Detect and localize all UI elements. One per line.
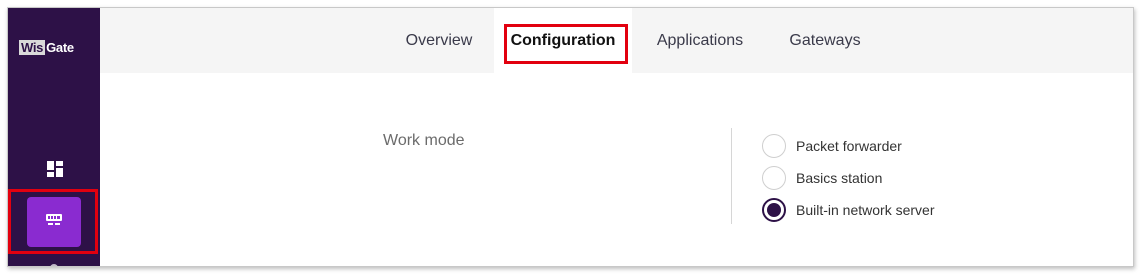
radio-button[interactable] <box>762 134 786 158</box>
radio-option-built-in-network-server[interactable]: Built-in network server <box>762 198 935 222</box>
top-navigation: Overview Configuration Applications Gate… <box>100 8 1133 73</box>
tab-applications[interactable]: Applications <box>645 8 755 73</box>
tab-label: Applications <box>656 31 744 49</box>
sidebar-next-item[interactable] <box>50 264 58 266</box>
divider <box>731 128 732 224</box>
configuration-panel: Work mode Packet forwarder Basics statio… <box>100 73 1133 266</box>
radio-button-selected[interactable] <box>762 198 786 222</box>
radio-label: Built-in network server <box>796 202 935 218</box>
tab-overview[interactable]: Overview <box>394 8 484 73</box>
tab-label: Gateways <box>789 31 861 49</box>
radio-label: Basics station <box>796 170 883 186</box>
tab-label: Overview <box>405 31 473 49</box>
app-window: Wis Gate Overview Configuration Applicat… <box>7 7 1134 267</box>
wisgate-logo: Wis Gate <box>19 39 74 55</box>
radio-label: Packet forwarder <box>796 138 902 154</box>
radio-option-packet-forwarder[interactable]: Packet forwarder <box>762 134 902 158</box>
radio-option-basics-station[interactable]: Basics station <box>762 166 882 190</box>
tab-configuration[interactable]: Configuration <box>494 8 632 73</box>
work-mode-label: Work mode <box>383 132 465 149</box>
gateway-device-icon <box>46 213 62 231</box>
sidebar: Wis Gate <box>8 8 100 266</box>
dashboard-icon[interactable] <box>47 161 63 177</box>
sidebar-item-gateway[interactable] <box>27 197 81 247</box>
tab-highlight-box <box>504 24 628 64</box>
logo-wis: Wis <box>19 39 46 55</box>
screenshot-frame: Wis Gate Overview Configuration Applicat… <box>0 0 1141 274</box>
logo-gate: Gate <box>46 39 74 55</box>
tab-gateways[interactable]: Gateways <box>780 8 870 73</box>
radio-button[interactable] <box>762 166 786 190</box>
